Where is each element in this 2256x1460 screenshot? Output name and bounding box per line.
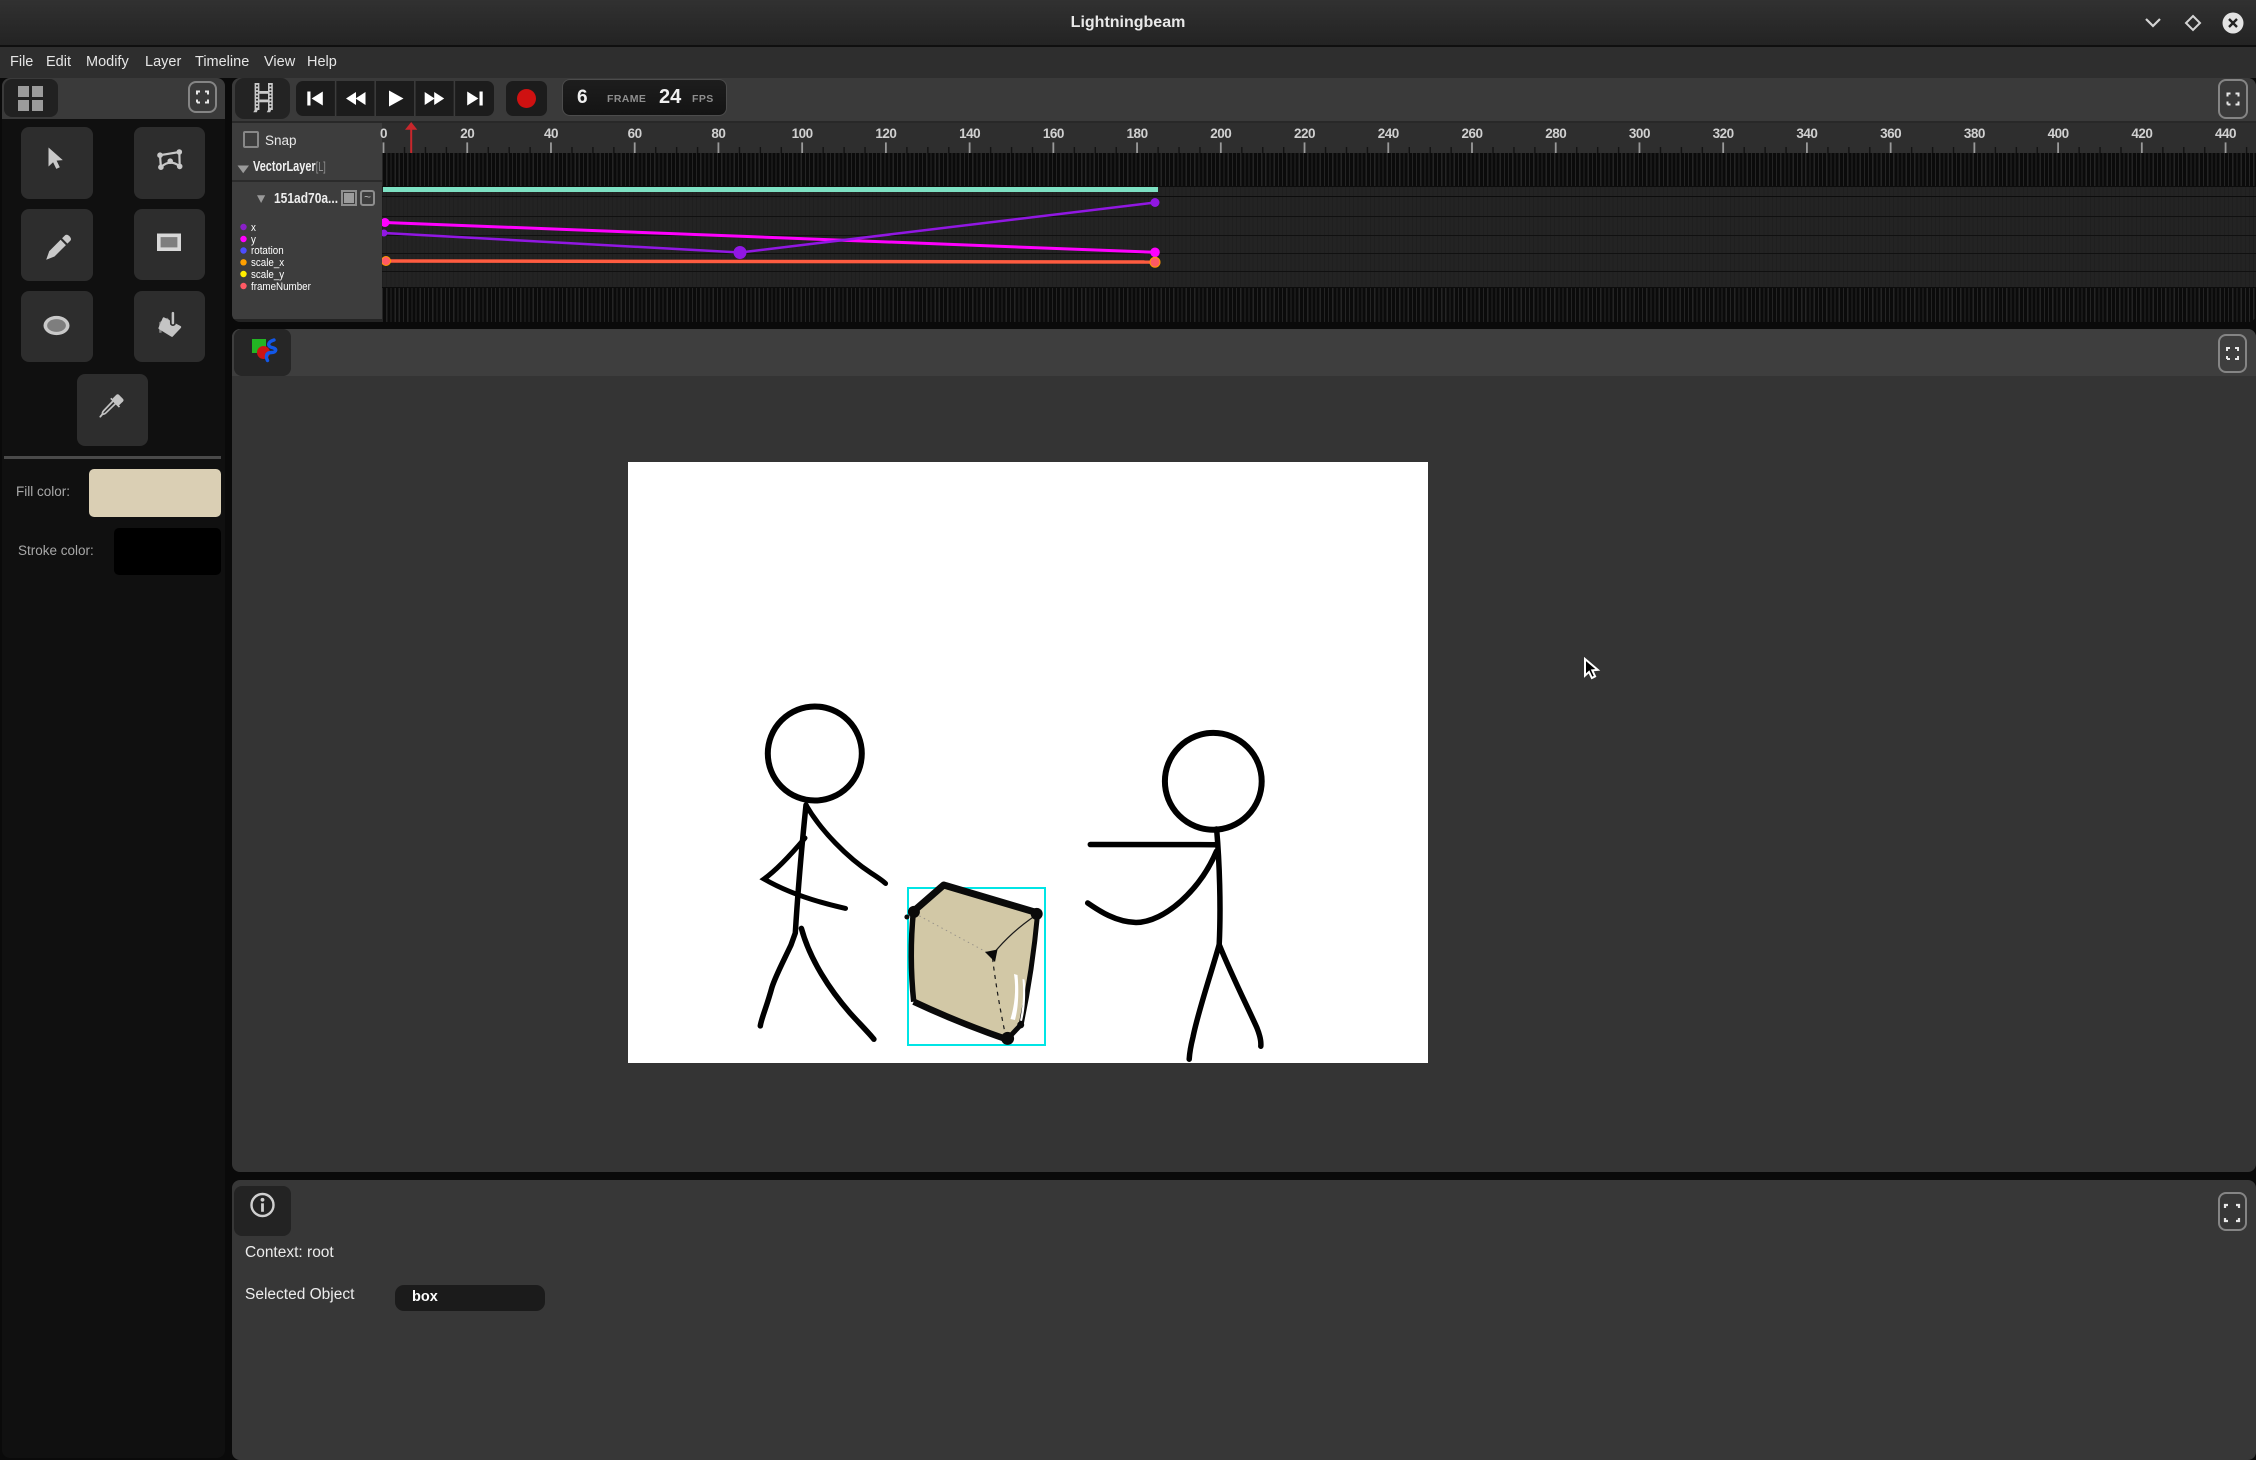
svg-text:400: 400 xyxy=(2048,126,2069,141)
svg-text:0: 0 xyxy=(380,126,387,141)
svg-text:240: 240 xyxy=(1378,126,1399,141)
svg-text:440: 440 xyxy=(2215,126,2236,141)
svg-text:260: 260 xyxy=(1461,126,1482,141)
svg-text:300: 300 xyxy=(1629,126,1650,141)
svg-text:160: 160 xyxy=(1043,126,1064,141)
svg-text:120: 120 xyxy=(875,126,896,141)
svg-text:380: 380 xyxy=(1964,126,1985,141)
svg-text:100: 100 xyxy=(792,126,813,141)
svg-text:220: 220 xyxy=(1294,126,1315,141)
svg-text:60: 60 xyxy=(628,126,642,141)
svg-text:20: 20 xyxy=(460,126,474,141)
svg-text:360: 360 xyxy=(1880,126,1901,141)
svg-text:200: 200 xyxy=(1210,126,1231,141)
svg-text:320: 320 xyxy=(1713,126,1734,141)
svg-text:340: 340 xyxy=(1796,126,1817,141)
svg-text:280: 280 xyxy=(1545,126,1566,141)
svg-text:40: 40 xyxy=(544,126,558,141)
svg-text:180: 180 xyxy=(1127,126,1148,141)
svg-text:140: 140 xyxy=(959,126,980,141)
svg-text:420: 420 xyxy=(2131,126,2152,141)
svg-text:80: 80 xyxy=(711,126,725,141)
